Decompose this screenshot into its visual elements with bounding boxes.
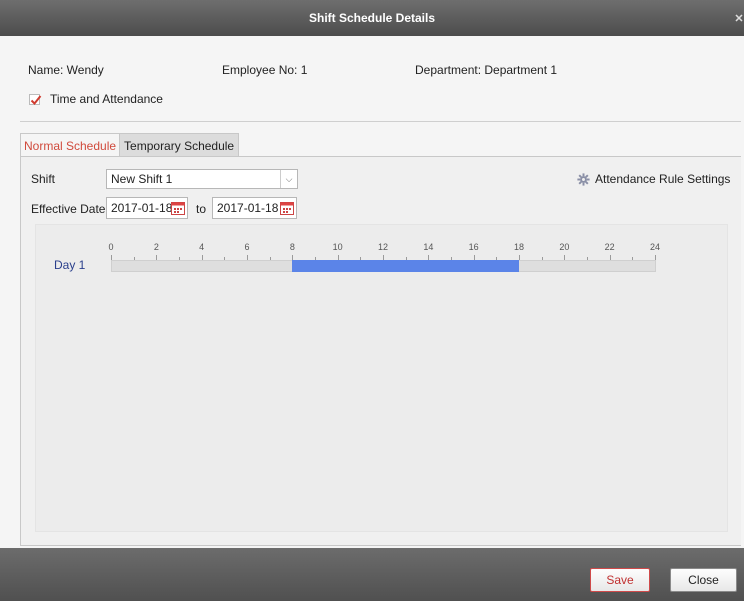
timeline-tick-mark bbox=[587, 257, 588, 260]
timeline-tick-label: 2 bbox=[153, 242, 159, 252]
timeline-tick-label: 22 bbox=[604, 242, 615, 252]
timeline-tick-label: 12 bbox=[377, 242, 389, 252]
timeline-tick-label: 0 bbox=[108, 242, 114, 252]
checkmark-icon bbox=[30, 94, 42, 105]
shift-label: Shift bbox=[31, 172, 56, 186]
dialog-title: Shift Schedule Details bbox=[308, 11, 436, 25]
timeline-tick-mark bbox=[156, 255, 157, 260]
tab-temporary-schedule[interactable]: Temporary Schedule bbox=[120, 133, 240, 157]
close-icon[interactable]: ✕ bbox=[734, 0, 744, 38]
shift-select[interactable]: New Shift 1 ⌵ bbox=[106, 169, 298, 189]
end-date-field[interactable]: 2017-01-18 bbox=[212, 197, 297, 219]
tab-normal-schedule[interactable]: Normal Schedule bbox=[20, 133, 121, 157]
timeline-tick-mark bbox=[202, 255, 203, 260]
timeline-tick-mark bbox=[655, 255, 656, 260]
schedule-tabs: Normal Schedule Temporary Schedule bbox=[20, 133, 240, 157]
gear-icon bbox=[577, 172, 590, 186]
timeline-tick-label: 24 bbox=[649, 242, 661, 252]
timeline-tick-mark bbox=[564, 255, 565, 260]
close-button[interactable]: Close bbox=[670, 568, 737, 592]
timeline-tick-mark bbox=[179, 257, 180, 260]
timeline-tick-label: 10 bbox=[332, 242, 343, 252]
timeline-tick-mark bbox=[542, 257, 543, 260]
chevron-down-icon[interactable]: ⌵ bbox=[280, 170, 297, 188]
timeline-tick-mark bbox=[270, 257, 271, 260]
dialog-title-bar: Shift Schedule Details ✕ bbox=[0, 0, 744, 36]
timeline-tick-label: 4 bbox=[199, 242, 205, 252]
calendar-icon[interactable] bbox=[171, 201, 185, 215]
timeline-tick-mark bbox=[632, 257, 633, 260]
start-date-field[interactable]: 2017-01-18 bbox=[106, 197, 188, 219]
attendance-rule-settings[interactable]: Attendance Rule Settings bbox=[577, 172, 730, 186]
time-attendance-label: Time and Attendance bbox=[50, 92, 163, 106]
time-attendance-row[interactable]: Time and Attendance bbox=[29, 92, 163, 106]
employee-department: Department: Department 1 bbox=[415, 63, 558, 77]
shift-select-value: New Shift 1 bbox=[111, 172, 173, 186]
timeline-tick-label: 14 bbox=[423, 242, 434, 252]
end-date-value: 2017-01-18 bbox=[217, 201, 279, 215]
employee-number: Employee No: 1 bbox=[222, 63, 308, 77]
effective-date-label: Effective Date bbox=[31, 202, 106, 216]
calendar-icon[interactable] bbox=[280, 201, 294, 215]
day-label: Day 1 bbox=[54, 258, 86, 272]
timeline-tick-label: 20 bbox=[559, 242, 570, 252]
divider bbox=[20, 121, 741, 122]
timeline-tick-label: 6 bbox=[244, 242, 250, 252]
start-date-value: 2017-01-18 bbox=[111, 201, 173, 215]
save-button[interactable]: Save bbox=[590, 568, 650, 592]
timeline-tick-label: 16 bbox=[468, 242, 479, 252]
schedule-time-bar[interactable] bbox=[292, 260, 519, 272]
timeline-tick-mark bbox=[519, 255, 520, 260]
attendance-rule-settings-label: Attendance Rule Settings bbox=[595, 172, 731, 186]
timeline-tick-label: 18 bbox=[513, 242, 525, 252]
timeline-tick-mark bbox=[111, 255, 112, 260]
timeline-tick-mark bbox=[134, 257, 135, 260]
employee-name: Name: Wendy bbox=[28, 63, 104, 77]
timeline-tick-mark bbox=[247, 255, 248, 260]
time-attendance-checkbox[interactable] bbox=[29, 93, 42, 105]
timeline-tick-label: 8 bbox=[289, 242, 295, 252]
timeline-tick-mark bbox=[224, 257, 225, 260]
timeline-tick-mark bbox=[610, 255, 611, 260]
to-label: to bbox=[196, 202, 207, 216]
